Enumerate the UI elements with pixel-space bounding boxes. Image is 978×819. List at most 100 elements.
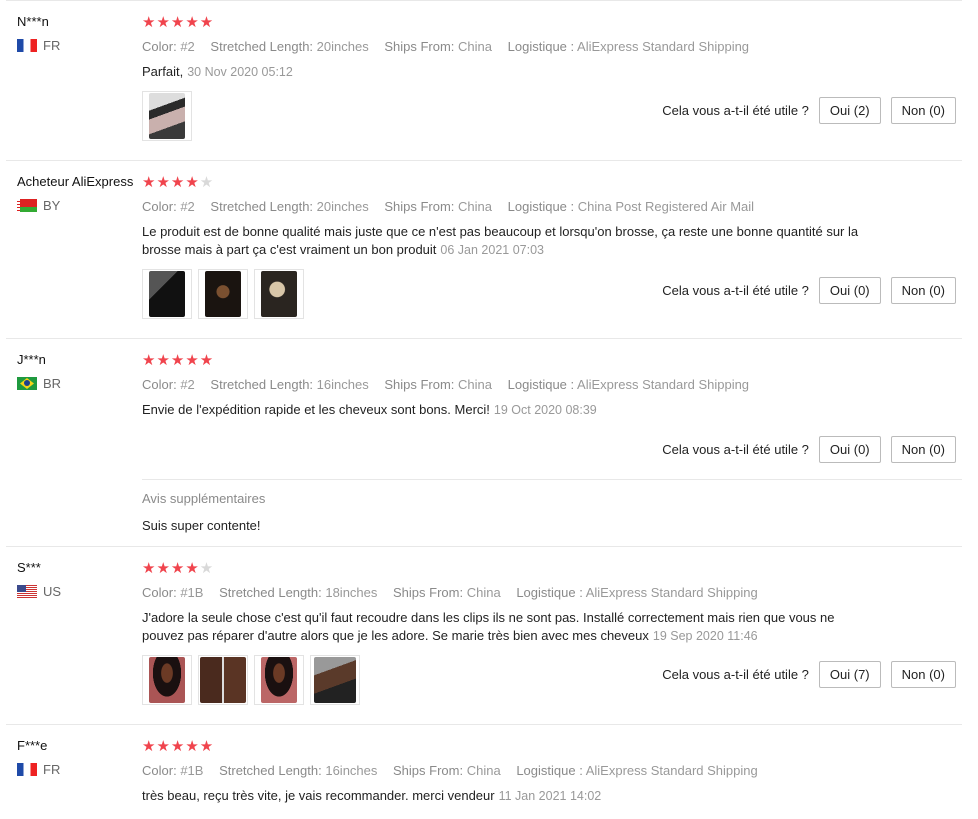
reviewer-info: J***n BR [17,352,145,391]
review-text: Parfait, 30 Nov 2020 05:12 [142,64,293,79]
helpful-no-button[interactable]: Non (0) [890,277,956,304]
ships-from-value: China [458,39,493,54]
reviewer-name: Acheteur AliExpress [17,174,134,189]
review-item: Acheteur AliExpress BY ★★★★★ Color: #2 S… [6,160,962,338]
review-date: 19 Sep 2020 11:46 [652,629,758,643]
helpful-voting: Cela vous a-t-il été utile ? Oui (0) Non… [662,277,956,304]
helpful-yes-button[interactable]: Oui (0) [818,436,881,463]
review-date: 11 Jan 2021 14:02 [498,789,602,803]
star-rating: ★★★★★ [142,352,215,369]
length-value: 18inches [325,585,378,600]
reviewer-country: FR [17,38,145,53]
brazil-flag-icon [17,377,37,390]
helpful-yes-button[interactable]: Oui (7) [818,661,881,688]
review-text: très beau, reçu très vite, je vais recom… [142,788,602,803]
helpful-yes-button[interactable]: Oui (2) [818,97,881,124]
ships-from-value: China [458,377,493,392]
color-value: #2 [180,199,195,214]
review-item: S*** US ★★★★★ Color: #1B Stretched Lengt… [6,546,962,724]
product-attributes: Color: #1B Stretched Length: 16inches Sh… [142,763,758,778]
country-code: US [43,584,62,599]
reviewer-name: J***n [17,352,46,367]
reviewer-name: N***n [17,14,49,29]
helpful-voting: Cela vous a-t-il été utile ? Oui (7) Non… [662,661,956,688]
hair-photo-1 [149,271,185,317]
country-code: BY [43,198,61,213]
review-photo-thumbnail[interactable] [198,269,248,319]
helpful-question: Cela vous a-t-il été utile ? [662,283,809,298]
hair-photo-2 [205,271,241,317]
product-attributes: Color: #2 Stretched Length: 16inches Shi… [142,377,750,392]
customer-photo-3 [261,657,297,703]
review-photo-thumbnail[interactable] [142,655,192,705]
additional-review-text: Suis super contente! [142,518,261,533]
usa-flag-icon [17,585,37,598]
review-photo-thumbnail[interactable] [142,91,192,141]
reviewer-name: F***e [17,738,48,753]
reviewer-name: S*** [17,560,41,575]
length-value: 16inches [325,763,378,778]
country-code: FR [43,38,61,53]
helpful-question: Cela vous a-t-il été utile ? [662,667,809,682]
helpful-voting: Cela vous a-t-il été utile ? Oui (2) Non… [662,97,956,124]
selfie-photo [149,93,185,139]
belarus-flag-icon [17,199,37,212]
reviewer-info: N***n FR [17,14,145,53]
product-attributes: Color: #2 Stretched Length: 20inches Shi… [142,39,750,54]
additional-review: Avis supplémentaires Suis super contente… [142,479,962,533]
country-code: BR [43,376,62,391]
country-code: FR [43,762,61,777]
star-rating: ★★★★★ [142,738,215,755]
product-attributes: Color: #1B Stretched Length: 18inches Sh… [142,585,758,600]
length-value: 20inches [316,199,369,214]
helpful-question: Cela vous a-t-il été utile ? [662,103,809,118]
review-photo-thumbnail[interactable] [198,655,248,705]
review-photo-thumbnail[interactable] [142,269,192,319]
customer-photo-1 [149,657,185,703]
color-value: #2 [180,39,195,54]
star-rating: ★★★★★ [142,174,215,191]
color-value: #2 [180,377,195,392]
reviewer-country: US [17,584,145,599]
reviewer-country: BY [17,198,145,213]
additional-review-title: Avis supplémentaires [142,491,266,506]
review-text: Envie de l'expédition rapide et les chev… [142,402,597,417]
customer-photo-2 [200,657,246,703]
color-value: #1B [180,763,204,778]
ships-from-value: China [458,199,493,214]
review-date: 30 Nov 2020 05:12 [187,65,293,79]
helpful-yes-button[interactable]: Oui (0) [818,277,881,304]
review-item: F***e FR ★★★★★ Color: #1B Stretched Leng… [6,724,962,819]
logistics-value: AliExpress Standard Shipping [585,585,758,600]
helpful-no-button[interactable]: Non (0) [890,97,956,124]
review-photo-thumbnail[interactable] [254,655,304,705]
helpful-question: Cela vous a-t-il été utile ? [662,442,809,457]
length-value: 16inches [316,377,369,392]
helpful-voting: Cela vous a-t-il été utile ? Oui (0) Non… [662,436,956,463]
logistics-value: AliExpress Standard Shipping [577,377,750,392]
review-item: N***n FR ★★★★★ Color: #2 Stretched Lengt… [6,0,962,160]
helpful-no-button[interactable]: Non (0) [890,661,956,688]
france-flag-icon [17,763,37,776]
review-date: 06 Jan 2021 07:03 [440,243,544,257]
star-rating: ★★★★★ [142,14,215,31]
customer-photo-4 [314,657,356,703]
helpful-no-button[interactable]: Non (0) [890,436,956,463]
review-photo-thumbnail[interactable] [310,655,360,705]
ships-from-value: China [466,585,501,600]
color-value: #1B [180,585,204,600]
logistics-value: AliExpress Standard Shipping [585,763,758,778]
logistics-value: China Post Registered Air Mail [577,199,755,214]
reviewer-info: S*** US [17,560,145,599]
hair-photo-3 [261,271,297,317]
review-photo-thumbnail[interactable] [254,269,304,319]
reviewer-info: Acheteur AliExpress BY [17,174,145,213]
product-attributes: Color: #2 Stretched Length: 20inches Shi… [142,199,755,214]
review-text: J'adore la seule chose c'est qu'il faut … [142,610,835,643]
reviewer-info: F***e FR [17,738,145,777]
ships-from-value: China [466,763,501,778]
length-value: 20inches [316,39,369,54]
review-item: J***n BR ★★★★★ Color: #2 Stretched Lengt… [6,338,962,546]
logistics-value: AliExpress Standard Shipping [577,39,750,54]
star-rating: ★★★★★ [142,560,215,577]
